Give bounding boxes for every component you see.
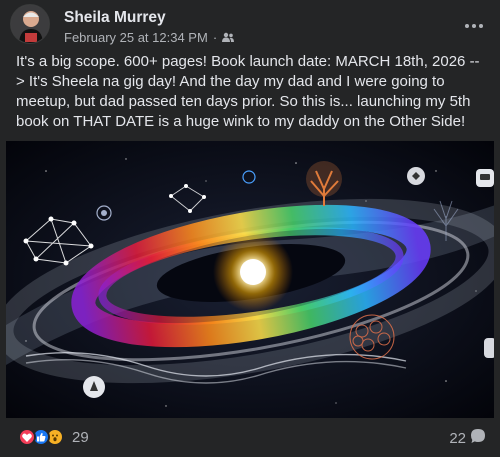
post-header: Sheila Murrey February 25 at 12:34 PM · (10, 4, 490, 46)
author-name[interactable]: Sheila Murrey (64, 9, 166, 27)
post-meta: February 25 at 12:34 PM · (64, 30, 235, 45)
love-icon (18, 428, 36, 446)
reaction-count[interactable]: 29 (72, 429, 89, 446)
post-timestamp[interactable]: February 25 at 12:34 PM (64, 30, 208, 45)
post-text: It's a big scope. 600+ pages! Book launc… (16, 53, 480, 130)
avatar[interactable] (10, 4, 50, 44)
comment-count: 22 (449, 429, 466, 447)
post-image[interactable] (6, 141, 494, 418)
reactions-summary[interactable]: 29 (18, 428, 89, 446)
post-card: Sheila Murrey February 25 at 12:34 PM · (0, 0, 500, 457)
post-footer: 29 22 (0, 418, 500, 457)
meta-separator: · (212, 30, 218, 45)
comments-summary[interactable]: 22 (449, 428, 486, 448)
more-options-button[interactable] (460, 12, 488, 36)
comment-icon (470, 428, 486, 448)
friends-icon[interactable] (222, 30, 235, 45)
more-icon (465, 15, 483, 33)
